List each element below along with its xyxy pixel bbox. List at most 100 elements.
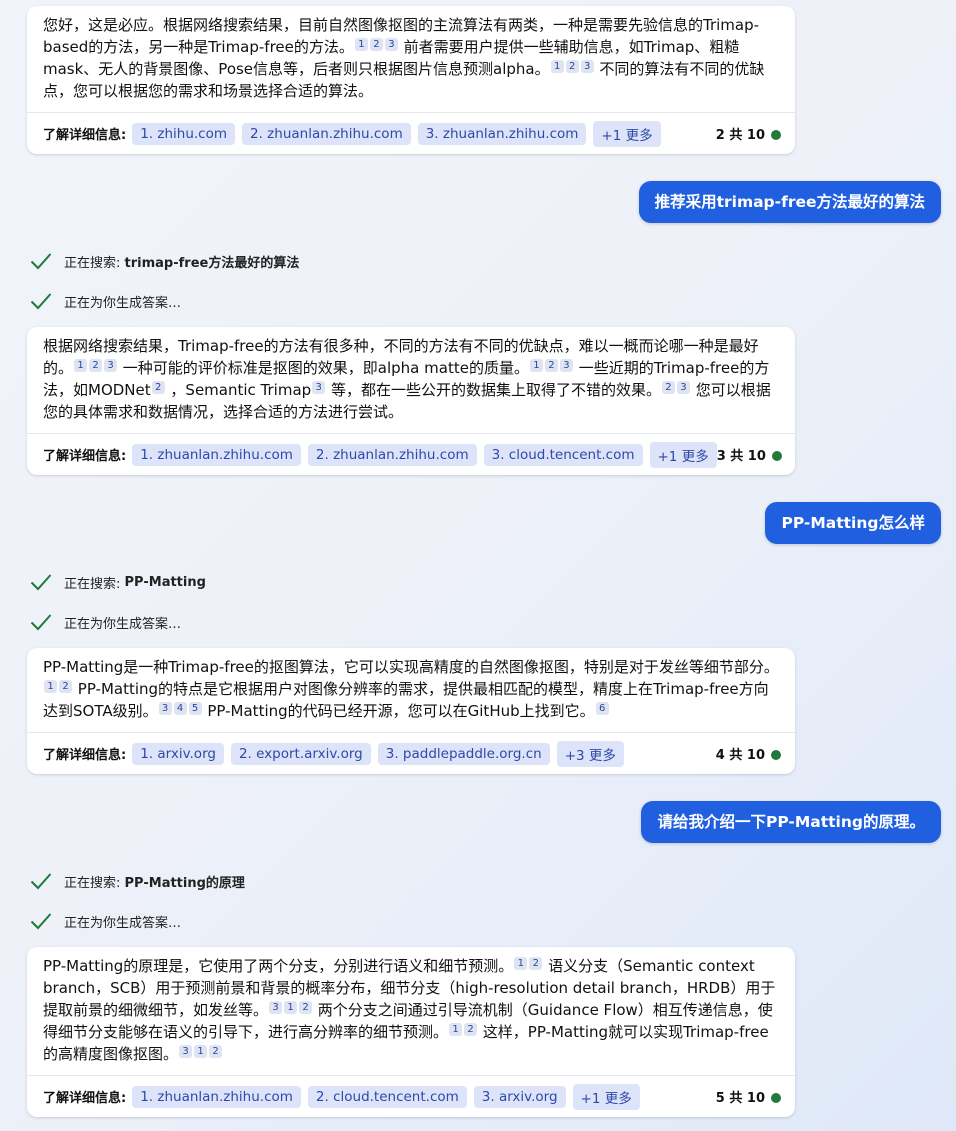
citation-marker[interactable]: 3 <box>179 1045 193 1058</box>
citation-marker[interactable]: 3 <box>158 702 172 715</box>
check-icon <box>30 873 52 890</box>
citation-marker[interactable]: 1 <box>74 359 88 372</box>
turn-counter: 4 共 10 <box>716 744 781 763</box>
answer-segment: ，Semantic Trimap <box>170 381 312 399</box>
citation-marker[interactable]: 3 <box>559 359 573 372</box>
bot-answer-text: 您好，这是必应。根据网络搜索结果，目前自然图像抠图的主流算法有两类，一种是需要先… <box>27 6 795 112</box>
source-link[interactable]: 2. cloud.tencent.com <box>307 1085 467 1108</box>
citation-marker[interactable]: 2 <box>151 381 165 394</box>
search-status: 正在搜索: trimap-free方法最好的算法 <box>30 251 299 271</box>
check-icon <box>30 253 52 270</box>
citation-marker[interactable]: 2 <box>89 359 103 372</box>
check-icon <box>30 614 52 631</box>
citation-marker[interactable]: 2 <box>529 957 543 970</box>
citation-marker[interactable]: 1 <box>529 359 543 372</box>
sources-footer: 了解详细信息: 1. zhuanlan.zhihu.com 2. cloud.ten… <box>27 1075 795 1117</box>
generating-label: 正在为你生成答案… <box>64 295 182 311</box>
source-link[interactable]: 3. zhuanlan.zhihu.com <box>417 122 587 145</box>
source-link[interactable]: 2. export.arxiv.org <box>230 742 371 765</box>
citation-marker[interactable]: 1 <box>514 957 528 970</box>
source-link[interactable]: 3. cloud.tencent.com <box>483 443 643 466</box>
search-label: 正在搜索: <box>64 255 121 271</box>
citation-marker[interactable]: 3 <box>269 1001 283 1014</box>
citation-marker[interactable]: 3 <box>580 60 594 73</box>
source-link[interactable]: 2. zhuanlan.zhihu.com <box>242 122 411 145</box>
search-query: PP-Matting <box>124 574 206 590</box>
turn-counter-text: 4 共 10 <box>715 748 765 763</box>
check-icon <box>30 293 52 310</box>
source-link[interactable]: 2. zhuanlan.zhihu.com <box>307 443 477 466</box>
search-status: 正在搜索: PP-Matting的原理 <box>30 871 245 891</box>
source-link[interactable]: 3. paddlepaddle.org.cn <box>377 742 550 765</box>
citation-marker[interactable]: 2 <box>565 60 579 73</box>
search-query: trimap-free方法最好的算法 <box>124 255 300 271</box>
user-message: PP-Matting怎么样 <box>765 502 941 544</box>
source-link[interactable]: 1. zhihu.com <box>132 122 236 145</box>
citation-marker[interactable]: 1 <box>284 1001 298 1014</box>
turn-counter-text: 2 共 10 <box>715 128 765 143</box>
answer-segment: PP-Matting是一种Trimap-free的抠图算法，它可以实现高精度的自… <box>43 658 779 676</box>
citation-marker[interactable]: 2 <box>464 1023 478 1036</box>
citation-marker[interactable]: 4 <box>173 702 187 715</box>
citation-marker[interactable]: 2 <box>59 680 72 693</box>
citation-marker[interactable]: 2 <box>661 381 675 394</box>
citation-marker[interactable]: 3 <box>676 381 690 394</box>
citation-marker[interactable]: 6 <box>595 702 609 715</box>
search-label: 正在搜索: <box>64 576 121 592</box>
learn-more-label: 了解详细信息: <box>43 449 127 464</box>
user-message: 推荐采用trimap-free方法最好的算法 <box>638 181 941 223</box>
status-dot-icon <box>771 451 782 461</box>
citation-marker[interactable]: 2 <box>369 38 383 51</box>
sources-footer: 了解详细信息: 1. arxiv.org 2. export.arxiv.org 3.… <box>27 732 795 774</box>
turn-counter: 2 共 10 <box>716 124 781 143</box>
answer-segment: 一种可能的评价标准是抠图的效果，即alpha matte的质量。 <box>122 359 529 377</box>
search-label: 正在搜索: <box>64 875 121 891</box>
citation-marker[interactable]: 3 <box>384 38 398 51</box>
chat-conversation: 您好，这是必应。根据网络搜索结果，目前自然图像抠图的主流算法有两类，一种是需要先… <box>0 0 956 1131</box>
citation-marker[interactable]: 2 <box>299 1001 313 1014</box>
citation-marker[interactable]: 1 <box>44 680 57 693</box>
more-sources-button[interactable]: +3 更多 <box>556 740 624 767</box>
source-link[interactable]: 1. zhuanlan.zhihu.com <box>132 443 301 466</box>
more-sources-button[interactable]: +1 更多 <box>649 441 717 468</box>
citation-marker[interactable]: 1 <box>354 38 368 51</box>
source-link[interactable]: 3. arxiv.org <box>473 1085 566 1108</box>
bot-answer-text: 根据网络搜索结果，Trimap-free的方法有很多种，不同的方法有不同的优缺点… <box>27 327 795 433</box>
bot-answer-card: PP-Matting是一种Trimap-free的抠图算法，它可以实现高精度的自… <box>27 648 795 774</box>
answer-segment: PP-Matting的原理是，它使用了两个分支，分别进行语义和细节预测。 <box>43 957 514 975</box>
turn-counter: 5 共 10 <box>716 1087 781 1106</box>
more-sources-button[interactable]: +1 更多 <box>593 120 661 147</box>
source-link[interactable]: 1. zhuanlan.zhihu.com <box>132 1085 301 1108</box>
learn-more-label: 了解详细信息: <box>43 128 127 143</box>
answer-segment: 等，都在一些公开的数据集上取得了不错的效果。 <box>330 381 661 399</box>
user-message: 请给我介绍一下PP-Matting的原理。 <box>641 801 941 843</box>
bot-answer-text: PP-Matting的原理是，它使用了两个分支，分别进行语义和细节预测。 1 2 语… <box>27 947 795 1075</box>
turn-counter: 3 共 10 <box>717 445 782 464</box>
more-sources-button[interactable]: +1 更多 <box>572 1083 640 1110</box>
bot-answer-text: PP-Matting是一种Trimap-free的抠图算法，它可以实现高精度的自… <box>27 648 795 732</box>
generating-label: 正在为你生成答案… <box>64 616 182 632</box>
citation-marker[interactable]: 2 <box>209 1045 223 1058</box>
citation-marker[interactable]: 1 <box>449 1023 463 1036</box>
search-status: 正在搜索: PP-Matting <box>30 572 206 592</box>
generating-status: 正在为你生成答案… <box>30 612 181 632</box>
learn-more-label: 了解详细信息: <box>43 748 127 763</box>
turn-counter-text: 5 共 10 <box>715 1091 765 1106</box>
generating-status: 正在为你生成答案… <box>30 911 181 931</box>
bot-answer-card: 您好，这是必应。根据网络搜索结果，目前自然图像抠图的主流算法有两类，一种是需要先… <box>27 6 795 154</box>
citation-marker[interactable]: 1 <box>550 60 564 73</box>
sources-footer: 了解详细信息: 1. zhuanlan.zhihu.com 2. zhuanlan.… <box>27 433 795 475</box>
citation-marker[interactable]: 3 <box>312 381 326 394</box>
check-icon <box>30 574 52 591</box>
citation-marker[interactable]: 2 <box>544 359 558 372</box>
bot-answer-card: PP-Matting的原理是，它使用了两个分支，分别进行语义和细节预测。 1 2 语… <box>27 947 795 1117</box>
status-dot-icon <box>771 1093 781 1103</box>
citation-marker[interactable]: 5 <box>188 702 202 715</box>
status-dot-icon <box>771 130 781 140</box>
bot-answer-card: 根据网络搜索结果，Trimap-free的方法有很多种，不同的方法有不同的优缺点… <box>27 327 795 475</box>
status-dot-icon <box>771 750 781 760</box>
citation-marker[interactable]: 3 <box>104 359 118 372</box>
citation-marker[interactable]: 1 <box>194 1045 208 1058</box>
source-link[interactable]: 1. arxiv.org <box>132 742 224 765</box>
generating-status: 正在为你生成答案… <box>30 291 181 311</box>
